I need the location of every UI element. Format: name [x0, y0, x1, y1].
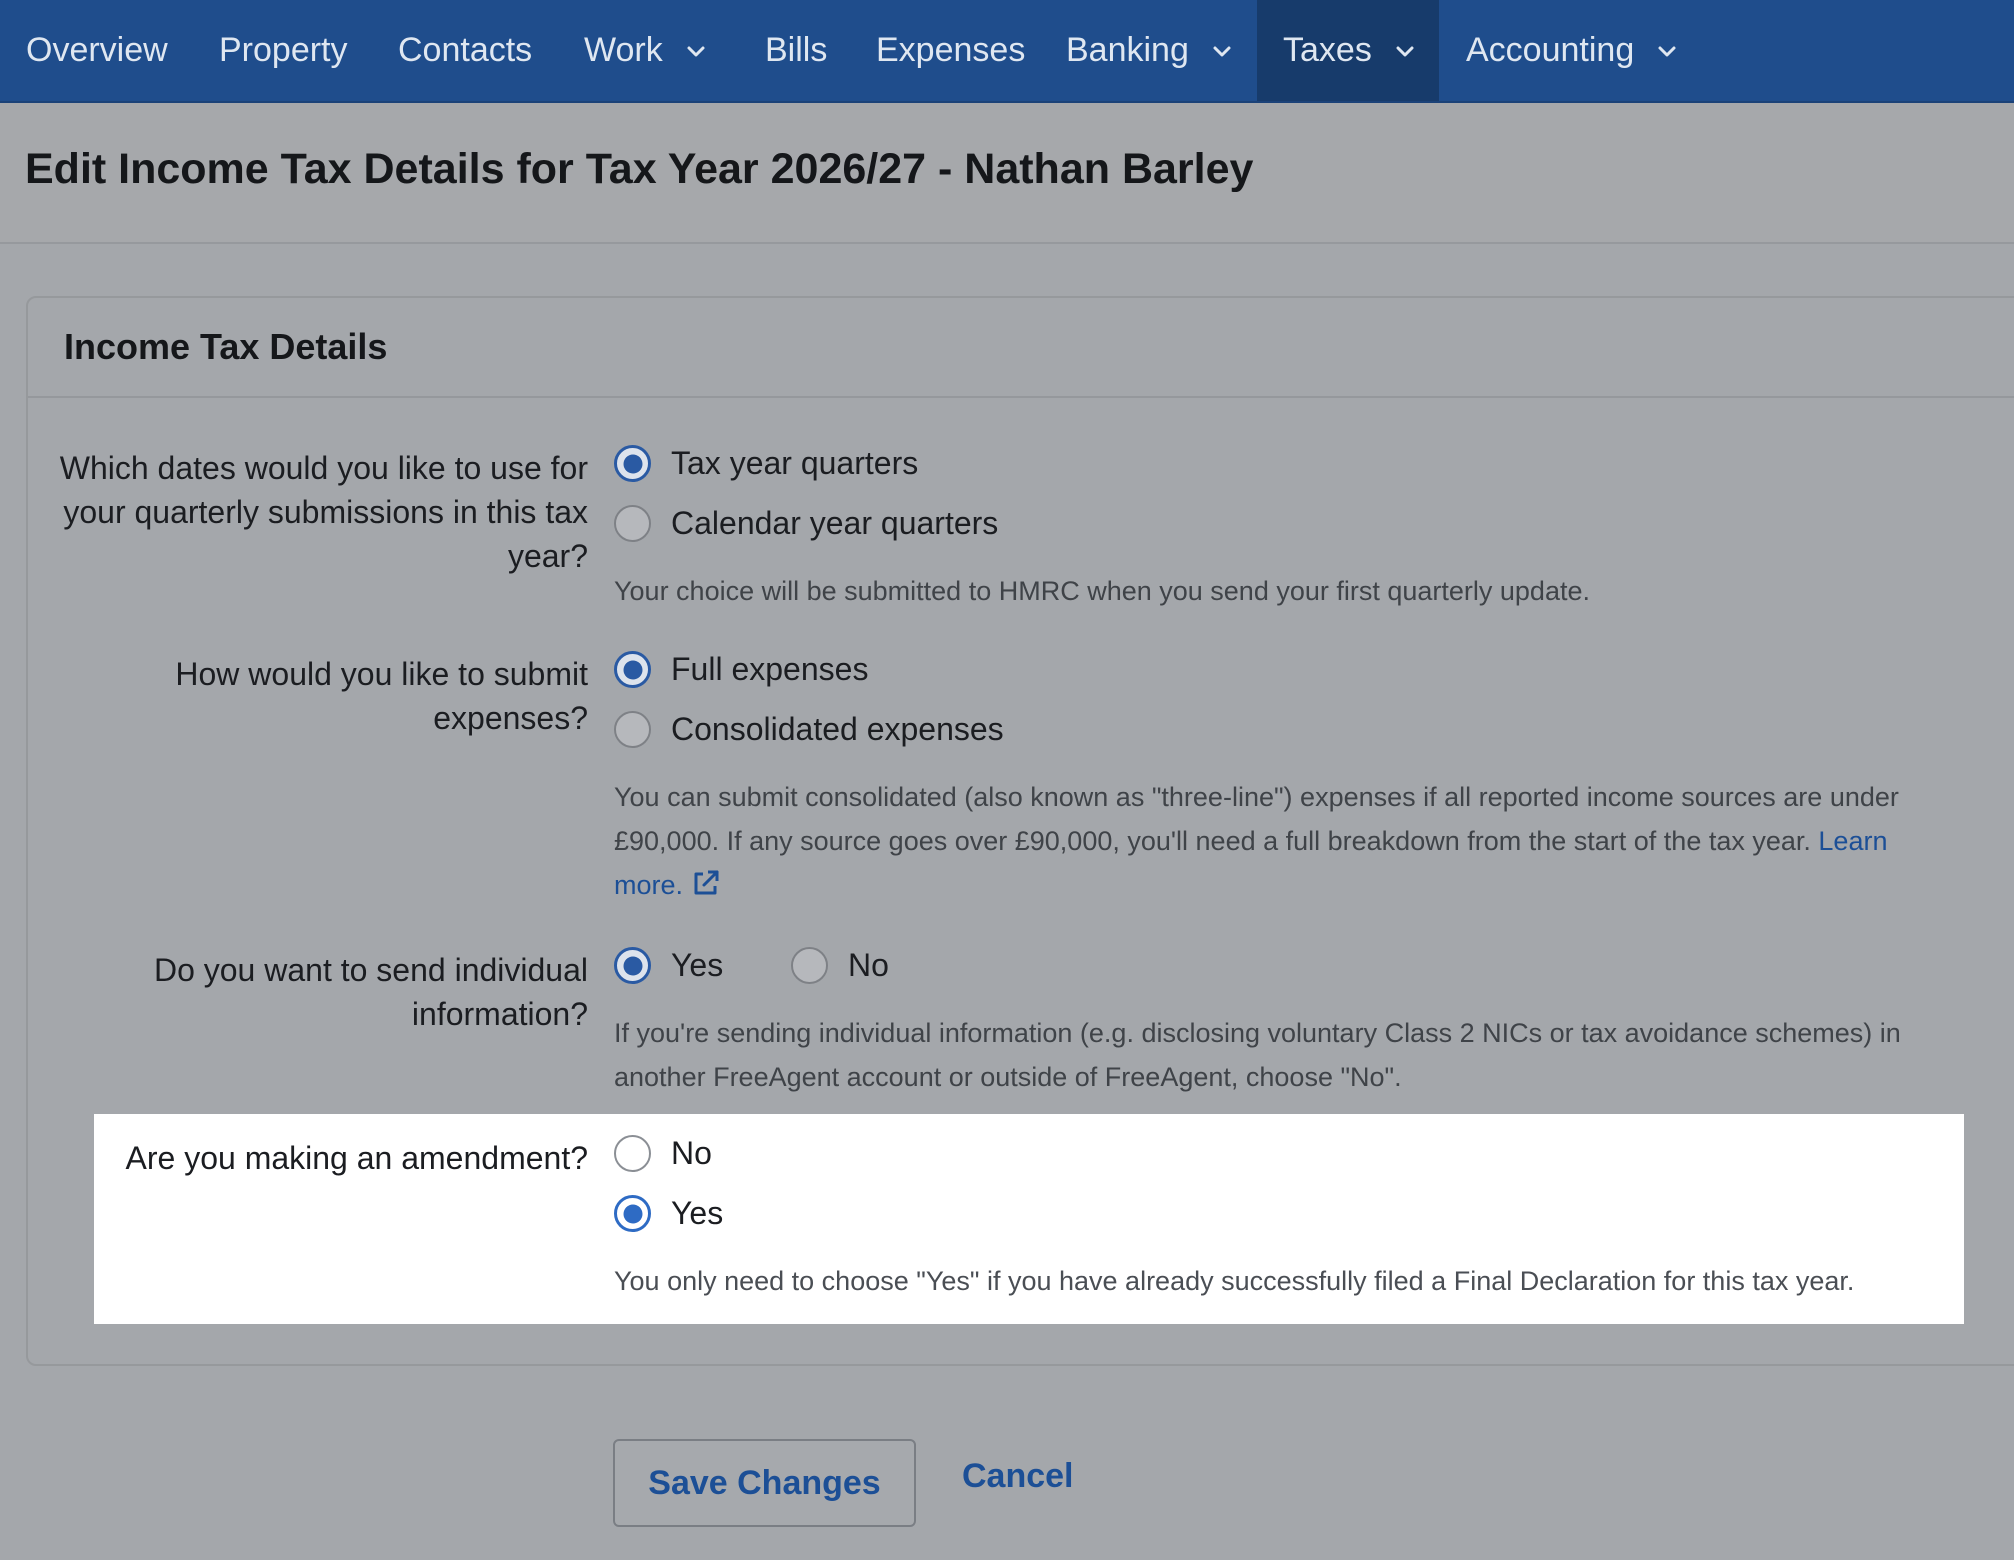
- nav-item-label: Banking: [1066, 31, 1189, 69]
- radio-button[interactable]: [614, 445, 651, 482]
- nav-item-property[interactable]: Property: [193, 0, 374, 101]
- chevron-down-icon: [1656, 40, 1678, 62]
- option-label: Calendar year quarters: [671, 505, 999, 541]
- option-label: Yes: [671, 947, 724, 983]
- radio-button[interactable]: [614, 505, 651, 542]
- page-header: Edit Income Tax Details for Tax Year 202…: [0, 103, 2014, 244]
- option-label: No: [848, 947, 889, 983]
- nav-item-label: Contacts: [398, 31, 533, 69]
- nav-item-work[interactable]: Work: [558, 0, 733, 101]
- quarterly-dates-label: Which dates would you like to use for yo…: [59, 450, 588, 574]
- option-label: No: [671, 1135, 712, 1171]
- card-header: Income Tax Details: [28, 298, 2014, 398]
- chevron-down-icon: [685, 40, 707, 62]
- nav-item-bills[interactable]: Bills: [739, 0, 853, 101]
- amendment-label: Are you making an amendment?: [125, 1140, 588, 1176]
- save-changes-button[interactable]: Save Changes: [613, 1439, 916, 1527]
- expenses-method-label: How would you like to submit expenses?: [175, 656, 588, 736]
- quarterly-dates-hint: Your choice will be submitted to HMRC wh…: [614, 576, 1590, 606]
- option-label: Consolidated expenses: [671, 711, 1004, 747]
- cancel-button[interactable]: Cancel: [962, 1457, 1074, 1496]
- nav-item-banking[interactable]: Banking: [1040, 0, 1259, 101]
- nav-item-label: Overview: [26, 31, 168, 69]
- radio-full-expenses[interactable]: Full expenses: [614, 651, 868, 688]
- radio-button[interactable]: [614, 1195, 651, 1232]
- radio-individual-info-yes[interactable]: Yes: [614, 947, 723, 984]
- radio-button[interactable]: [614, 947, 651, 984]
- expenses-method-hint: You can submit consolidated (also known …: [614, 775, 1954, 907]
- radio-individual-info-no[interactable]: No: [791, 947, 889, 984]
- individual-information-hint: If you're sending individual information…: [614, 1018, 1901, 1092]
- top-navigation: Overview Property Contacts Work Bills Ex…: [0, 0, 2014, 103]
- radio-button[interactable]: [614, 651, 651, 688]
- amendment-highlight-panel: Are you making an amendment? No Yes You …: [94, 1114, 1964, 1324]
- radio-button[interactable]: [614, 1135, 651, 1172]
- individual-information-label: Do you want to send individual informati…: [153, 952, 588, 1032]
- amendment-hint: You only need to choose "Yes" if you hav…: [614, 1266, 1855, 1296]
- expenses-hint-text: You can submit consolidated (also known …: [614, 782, 1899, 856]
- nav-item-label: Bills: [765, 31, 828, 69]
- nav-item-label: Expenses: [876, 31, 1026, 69]
- radio-button[interactable]: [614, 711, 651, 748]
- nav-item-label: Accounting: [1466, 31, 1635, 69]
- option-label: Yes: [671, 1195, 724, 1231]
- nav-item-overview[interactable]: Overview: [0, 0, 194, 101]
- radio-calendar-year-quarters[interactable]: Calendar year quarters: [614, 505, 998, 542]
- nav-item-expenses[interactable]: Expenses: [850, 0, 1051, 101]
- nav-item-accounting[interactable]: Accounting: [1440, 0, 1704, 101]
- external-link-icon[interactable]: [691, 867, 721, 897]
- nav-item-label: Taxes: [1283, 31, 1372, 69]
- option-label: Tax year quarters: [671, 445, 919, 481]
- card-title: Income Tax Details: [64, 326, 388, 367]
- radio-consolidated-expenses[interactable]: Consolidated expenses: [614, 711, 1004, 748]
- radio-amendment-no[interactable]: No: [614, 1135, 712, 1172]
- radio-tax-year-quarters[interactable]: Tax year quarters: [614, 445, 918, 482]
- chevron-down-icon: [1211, 40, 1233, 62]
- chevron-down-icon: [1394, 40, 1416, 62]
- radio-button[interactable]: [791, 947, 828, 984]
- page-title: Edit Income Tax Details for Tax Year 202…: [25, 145, 1254, 193]
- nav-item-taxes[interactable]: Taxes: [1257, 0, 1439, 101]
- option-label: Full expenses: [671, 651, 869, 687]
- nav-item-contacts[interactable]: Contacts: [372, 0, 558, 101]
- nav-item-label: Work: [584, 31, 663, 69]
- nav-item-label: Property: [219, 31, 348, 69]
- radio-amendment-yes[interactable]: Yes: [614, 1195, 723, 1232]
